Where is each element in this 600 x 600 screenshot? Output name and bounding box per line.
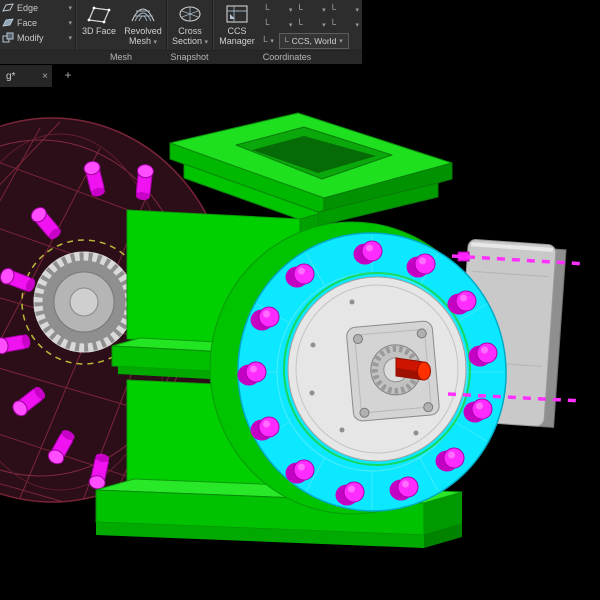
- chevron-down-icon: ▾: [154, 39, 158, 46]
- chevron-down-icon: ▾: [355, 21, 361, 29]
- panel-label-coordinates[interactable]: Coordinates: [213, 52, 361, 62]
- ribbon: Edge ▾ Face ▾ Modify ▾ 3D Fa: [0, 0, 362, 64]
- cross-section-icon: [177, 3, 203, 25]
- ccs-world-dropdown[interactable]: └ CCS, World ▾: [279, 33, 349, 49]
- ribbon-menu-column: Edge ▾ Face ▾ Modify ▾: [0, 0, 75, 51]
- menu-item-label: Edge: [17, 3, 38, 13]
- coordinate-tool[interactable]: └▾: [328, 2, 361, 17]
- cross-section-button[interactable]: Cross Section ▾: [168, 1, 212, 51]
- axis-icon: └: [330, 5, 336, 14]
- ccs-manager-button[interactable]: CCS Manager: [214, 1, 260, 51]
- coordinate-tool[interactable]: └▾: [294, 17, 327, 32]
- drawing-tab-bar: g* × +: [0, 64, 600, 88]
- chevron-down-icon: ▾: [68, 19, 74, 27]
- axis-icon: └: [263, 5, 269, 14]
- chevron-down-icon: ▾: [355, 6, 361, 14]
- ccs-dropdown-value: CCS, World: [292, 36, 337, 46]
- edge-icon: [2, 2, 14, 14]
- button-label: Cross Section: [172, 26, 202, 46]
- panel-separator: [75, 0, 76, 51]
- ccs-selector-row: └ ▾ └ CCS, World ▾: [261, 33, 349, 49]
- coordinate-tool[interactable]: └▾: [261, 2, 294, 17]
- chevron-down-icon: ▾: [339, 37, 345, 45]
- close-tab-icon[interactable]: ×: [42, 71, 48, 82]
- model-viewport[interactable]: [0, 88, 600, 600]
- drawing-tab-label: g*: [6, 71, 15, 82]
- face-icon: [2, 17, 14, 29]
- model-canvas[interactable]: [0, 88, 600, 600]
- ccs-manager-icon: [224, 3, 250, 25]
- coordinate-tool[interactable]: └▾: [294, 2, 327, 17]
- coordinate-tool[interactable]: └▾: [328, 17, 361, 32]
- button-label: CCS Manager: [219, 26, 255, 46]
- modify-icon: [2, 32, 14, 44]
- menu-item-label: Modify: [17, 33, 44, 43]
- revolved-mesh-icon: [130, 3, 156, 25]
- 3d-face-button[interactable]: 3D Face: [78, 1, 120, 51]
- menu-item-face[interactable]: Face ▾: [2, 16, 74, 30]
- application-window: Edge ▾ Face ▾ Modify ▾ 3D Fa: [0, 0, 600, 600]
- 3d-face-icon: [86, 3, 112, 25]
- coordinate-tool[interactable]: └▾: [261, 17, 294, 32]
- chevron-down-icon: ▾: [68, 34, 74, 42]
- chevron-down-icon: ▾: [205, 39, 209, 46]
- panel-separator: [166, 0, 167, 51]
- chevron-down-icon: ▾: [68, 4, 74, 12]
- menu-item-edge[interactable]: Edge ▾: [2, 1, 74, 15]
- new-tab-button[interactable]: +: [60, 68, 76, 84]
- panel-label-mesh[interactable]: Mesh: [76, 52, 166, 62]
- axis-icon: └: [296, 20, 302, 29]
- axis-icon: └: [263, 20, 269, 29]
- chevron-down-icon: ▾: [270, 37, 276, 45]
- axis-icon: └: [283, 37, 289, 46]
- button-label: 3D Face: [82, 26, 116, 36]
- axis-icon: └: [261, 37, 267, 46]
- menu-item-label: Face: [17, 18, 37, 28]
- panel-separator: [212, 0, 213, 51]
- menu-item-modify[interactable]: Modify ▾: [2, 31, 74, 45]
- coordinate-tools-grid: └▾ └▾ └▾ └▾ └▾ └▾: [261, 2, 361, 32]
- panel-label-strip: Mesh Snapshot Coordinates: [0, 50, 362, 64]
- revolved-mesh-button[interactable]: Revolved Mesh ▾: [121, 1, 165, 51]
- axis-icon: └: [296, 5, 302, 14]
- drawing-tab[interactable]: g* ×: [0, 65, 52, 87]
- axis-icon: └: [330, 20, 336, 29]
- panel-label-snapshot[interactable]: Snapshot: [167, 52, 212, 62]
